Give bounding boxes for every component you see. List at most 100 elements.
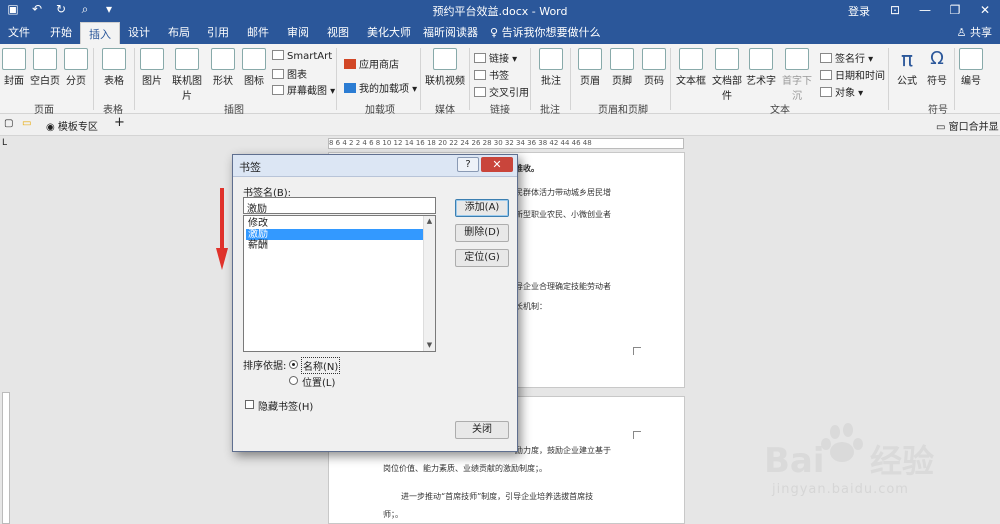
screenshot-icon — [272, 85, 284, 95]
numbering-label: 编号 — [961, 76, 981, 87]
my-addins-button[interactable]: 我的加载项 ▾ — [344, 80, 417, 95]
page-break-button[interactable]: 分页 — [64, 48, 88, 87]
page-number-icon — [642, 48, 666, 70]
tab-layout[interactable]: 布局 — [168, 24, 190, 40]
bookmark-button[interactable]: 书签 — [474, 67, 509, 82]
textbox-label: 文本框 — [676, 76, 706, 87]
hidden-bookmarks-label[interactable]: 隐藏书签(H) — [258, 398, 313, 413]
smartart-label: SmartArt — [287, 51, 333, 62]
group-separator — [954, 48, 955, 110]
restore-icon[interactable]: ❐ — [940, 0, 970, 20]
numbering-icon — [959, 48, 983, 70]
close-icon[interactable]: ✕ — [481, 157, 513, 172]
date-time-button[interactable]: 日期和时间 — [820, 67, 885, 82]
tab-meihua[interactable]: 美化大师 — [367, 24, 411, 40]
signature-line-button[interactable]: 签名行 ▾ — [820, 50, 873, 65]
icons-icon — [242, 48, 266, 70]
screenshot-button[interactable]: 屏幕截图 ▾ — [272, 82, 335, 97]
smartart-button[interactable]: SmartArt — [272, 50, 332, 62]
picture-icon — [140, 48, 164, 70]
tab-mailings[interactable]: 邮件 — [247, 24, 269, 40]
ribbon-display-icon[interactable]: ⊡ — [880, 0, 910, 20]
new-doc-icon[interactable]: ▢ — [4, 118, 13, 129]
close-window-icon[interactable]: ✕ — [970, 0, 1000, 20]
sort-by-location-radio[interactable] — [289, 376, 298, 385]
login-link[interactable]: 登录 — [848, 3, 870, 19]
delete-button[interactable]: 删除(D) — [455, 224, 509, 242]
blank-page-button[interactable]: 空白页 — [30, 48, 60, 87]
tab-selector[interactable]: L — [2, 138, 7, 148]
scroll-down-icon[interactable]: ▼ — [424, 340, 435, 351]
sort-by-location-label[interactable]: 位置(L) — [302, 374, 335, 389]
title-bar: ▣ ↶ ↻ ⌕ ▾ 预约平台效益.docx - Word 登录 ⊡ — ❐ ✕ — [0, 0, 1000, 20]
hidden-bookmarks-checkbox[interactable] — [245, 400, 254, 409]
page-text: 岗位价值、能力素质、业绩贡献的激励制度；。 — [383, 464, 547, 473]
tab-file[interactable]: 文件 — [8, 24, 30, 40]
icons-button[interactable]: 图标 — [242, 48, 266, 87]
sort-by-name-label[interactable]: 名称(N) — [301, 357, 341, 374]
share-label: 共享 — [970, 26, 992, 39]
online-picture-label: 联机图片 — [172, 76, 202, 102]
tab-insert[interactable]: 插入 — [80, 22, 120, 44]
group-separator — [336, 48, 337, 110]
document-tabs-bar: ▢ ▭ ◉ 模板专区 + ▭ 窗口合并显示 — [0, 114, 1000, 148]
picture-button[interactable]: 图片 — [140, 48, 164, 87]
page-text: 师；。 — [383, 510, 403, 519]
table-button[interactable]: 表格 — [102, 48, 126, 87]
symbol-button[interactable]: Ω 符号 — [924, 48, 950, 87]
object-button[interactable]: 对象 ▾ — [820, 84, 863, 99]
chart-button[interactable]: 图表 — [272, 66, 307, 81]
equation-button[interactable]: π 公式 — [894, 48, 920, 87]
wordart-button[interactable]: 艺术字 — [746, 48, 776, 87]
page-number-button[interactable]: 页码 — [642, 48, 666, 87]
tell-me-text: 告诉我你想要做什么 — [501, 26, 601, 39]
header-button[interactable]: 页眉 — [578, 48, 602, 87]
sort-by-name-radio[interactable] — [289, 360, 298, 369]
quick-parts-button[interactable]: 文档部件 — [708, 48, 746, 102]
store-button[interactable]: 应用商店 — [344, 56, 399, 71]
blank-page-label: 空白页 — [30, 76, 60, 87]
tab-design[interactable]: 设计 — [128, 24, 150, 40]
list-item-selected[interactable]: 激励 — [246, 229, 423, 240]
share-button[interactable]: ♙ 共享 — [957, 24, 992, 40]
shapes-button[interactable]: 形状 — [211, 48, 235, 87]
screenshot-label: 屏幕截图 — [287, 86, 327, 97]
tab-view[interactable]: 视图 — [327, 24, 349, 40]
list-item[interactable]: 修改 — [246, 218, 423, 229]
tab-foxit[interactable]: 福昕阅读器 — [423, 24, 478, 40]
chart-icon — [272, 69, 284, 79]
tab-references[interactable]: 引用 — [207, 24, 229, 40]
scroll-up-icon[interactable]: ▲ — [424, 216, 435, 227]
list-scrollbar[interactable]: ▲ ▼ — [423, 216, 435, 351]
online-picture-button[interactable]: 联机图片 — [168, 48, 206, 102]
link-button[interactable]: 链接 ▾ — [474, 50, 517, 65]
goto-button[interactable]: 定位(G) — [455, 249, 509, 267]
tab-review[interactable]: 审阅 — [287, 24, 309, 40]
my-addins-label: 我的加载项 — [359, 84, 409, 95]
template-zone-label: 模板专区 — [57, 122, 98, 133]
folder-icon[interactable]: ▭ — [22, 118, 31, 129]
cover-button[interactable]: 封面 — [2, 48, 26, 87]
add-button[interactable]: 添加(A) — [455, 199, 509, 217]
comment-button[interactable]: 批注 — [538, 48, 564, 87]
add-tab-button[interactable]: + — [114, 115, 125, 130]
cross-reference-button[interactable]: 交叉引用 — [474, 84, 529, 99]
template-zone-tab[interactable]: ◉ 模板专区 — [46, 118, 98, 133]
numbering-button[interactable]: 编号 — [958, 48, 984, 87]
page-text: 长机制： — [515, 302, 547, 311]
help-icon[interactable]: ? — [457, 157, 479, 172]
list-item[interactable]: 薪酬 — [246, 240, 423, 251]
footer-button[interactable]: 页脚 — [610, 48, 634, 87]
bookmark-name-input[interactable]: 激励 — [243, 197, 436, 215]
close-button[interactable]: 关闭 — [455, 421, 509, 439]
comment-icon — [539, 48, 563, 70]
tell-me-box[interactable]: ♀ 告诉我你想要做什么 — [490, 24, 601, 40]
footer-icon — [610, 48, 634, 70]
bookmark-list[interactable]: 修改 激励 薪酬 ▲ ▼ — [243, 215, 436, 352]
drop-cap-button[interactable]: 首字下沉 — [778, 48, 816, 102]
textbox-button[interactable]: 文本框 — [676, 48, 706, 87]
minimize-icon[interactable]: — — [910, 0, 940, 20]
picture-label: 图片 — [142, 76, 162, 87]
online-video-button[interactable]: 联机视频 — [425, 48, 465, 87]
tab-home[interactable]: 开始 — [50, 24, 72, 40]
